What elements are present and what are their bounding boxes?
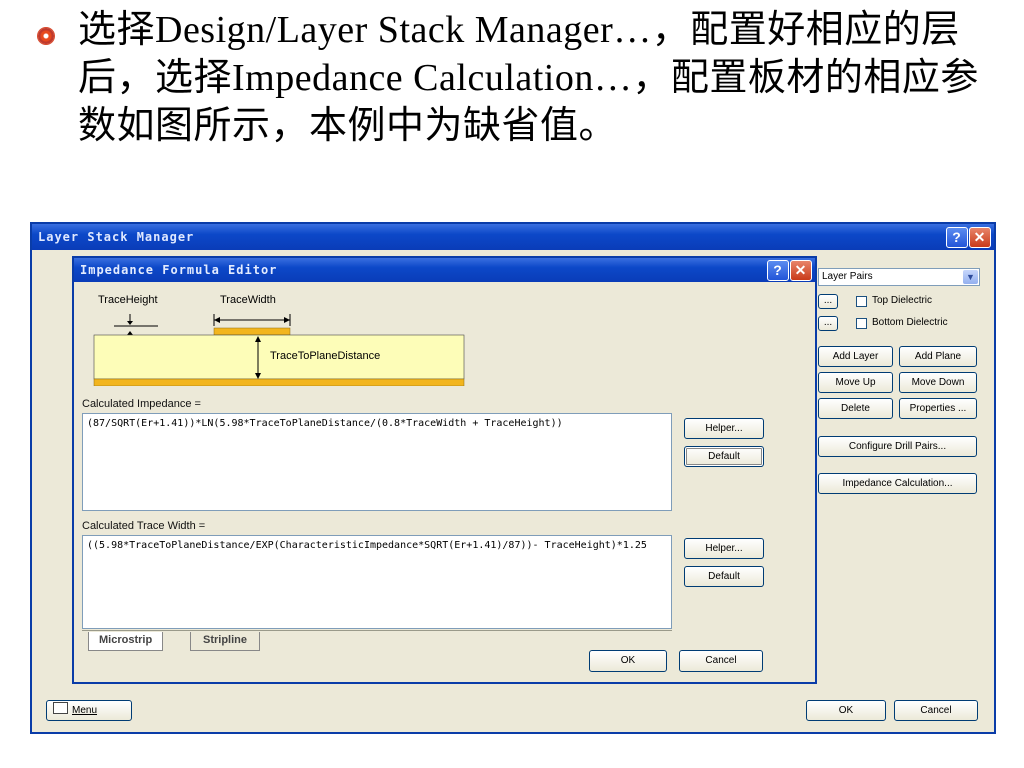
properties-button[interactable]: Properties ... [899,398,977,419]
impedance-helper-button[interactable]: Helper... [684,418,764,439]
trace-width-formula-label: Calculated Trace Width = [82,520,206,532]
trace-to-plane-label: TraceToPlaneDistance [270,350,381,362]
layer-stack-manager-dialog: Layer Stack Manager ? ✕ Layer Pairs ▼ ..… [30,222,996,734]
configure-drill-pairs-button[interactable]: Configure Drill Pairs... [818,436,977,457]
move-down-button[interactable]: Move Down [899,372,977,393]
width-helper-button[interactable]: Helper... [684,538,764,559]
bottom-dielectric-browse-button[interactable]: ... [818,316,838,331]
impedance-label: Calculated Impedance = [82,398,201,410]
inner-close-button[interactable]: ✕ [790,260,812,281]
outer-title-bar[interactable]: Layer Stack Manager ? ✕ [32,224,994,250]
layer-pairs-select[interactable]: Layer Pairs ▼ [818,268,980,286]
impedance-calculation-button[interactable]: Impedance Calculation... [818,473,977,494]
chevron-down-icon: ▼ [963,270,978,284]
delete-button[interactable]: Delete [818,398,893,419]
slide-text: 选择Design/Layer Stack Manager…，配置好相应的层后，选… [78,9,979,147]
diagram-svg [93,314,465,386]
bottom-dielectric-checkbox[interactable] [856,318,867,329]
menu-icon [53,702,68,714]
impedance-formula-editor-dialog: Impedance Formula Editor ? ✕ TraceHeight… [72,256,817,684]
outer-help-button[interactable]: ? [946,227,968,248]
move-up-button[interactable]: Move Up [818,372,893,393]
layer-pairs-value: Layer Pairs [822,271,873,282]
trace-width-formula-input[interactable]: ((5.98*TraceToPlaneDistance/EXP(Characte… [82,535,672,629]
inner-cancel-button[interactable]: Cancel [679,650,763,672]
outer-cancel-button[interactable]: Cancel [894,700,978,721]
inner-ok-button[interactable]: OK [589,650,667,672]
outer-close-button[interactable]: ✕ [969,227,991,248]
inner-help-button[interactable]: ? [767,260,789,281]
inner-title-bar[interactable]: Impedance Formula Editor ? ✕ [74,258,815,282]
microstrip-diagram: TraceHeight TraceWidth TraceToPlaneDista… [90,286,470,386]
menu-button-label: Menu [72,705,98,716]
tab-stripline[interactable]: Stripline [190,632,261,651]
bullet-flower-icon [38,28,54,44]
impedance-formula-input[interactable]: (87/SQRT(Er+1.41))*LN(5.98*TraceToPlaneD… [82,413,672,511]
impedance-default-button[interactable]: Default [684,446,764,467]
slide-bullet: 选择Design/Layer Stack Manager…，配置好相应的层后，选… [38,6,1008,150]
tab-microstrip[interactable]: Microstrip [88,632,164,651]
top-dielectric-browse-button[interactable]: ... [818,294,838,309]
bottom-dielectric-label: Bottom Dielectric [872,317,948,328]
outer-title: Layer Stack Manager [38,230,195,244]
outer-ok-button[interactable]: OK [806,700,886,721]
menu-button[interactable]: Menu [46,700,132,721]
inner-title: Impedance Formula Editor [80,263,278,277]
add-plane-button[interactable]: Add Plane [899,346,977,367]
add-layer-button[interactable]: Add Layer [818,346,893,367]
top-dielectric-checkbox[interactable] [856,296,867,307]
tab-strip [82,630,672,653]
width-default-button[interactable]: Default [684,566,764,587]
top-dielectric-label: Top Dielectric [872,295,933,306]
